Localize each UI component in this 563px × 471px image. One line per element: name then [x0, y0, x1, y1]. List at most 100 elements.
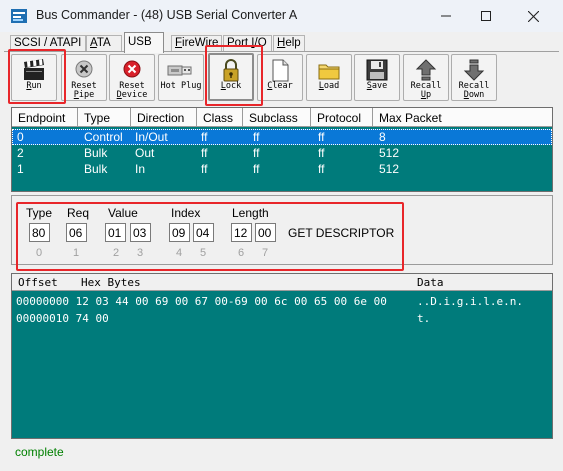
run-label: Run: [26, 81, 42, 91]
table-row[interactable]: 1 Bulk In ff ff ff 512: [12, 161, 552, 177]
load-button[interactable]: Load: [306, 54, 352, 101]
data-view[interactable]: Offset Hex Bytes Data 00000000 12 03 44 …: [11, 273, 553, 439]
floppy-disk-icon: [366, 59, 388, 81]
offset-header: Offset: [18, 276, 58, 289]
recall-up-label: Recall Up: [410, 81, 442, 100]
table-cell: 512: [379, 146, 400, 160]
maximize-button[interactable]: [463, 0, 509, 32]
table-cell: 512: [379, 162, 400, 176]
setup-byte-field[interactable]: 80: [29, 223, 50, 242]
tab-usb[interactable]: USB: [124, 32, 164, 53]
table-cell: ff: [318, 130, 325, 144]
table-cell: 8: [379, 130, 386, 144]
window-title: Bus Commander - (48) USB Serial Converte…: [36, 8, 298, 22]
byte-index: 7: [262, 247, 269, 259]
tab-label-accel: F: [175, 37, 183, 49]
table-cell: Bulk: [84, 162, 108, 176]
ascii-line: ..D.i.g.i.l.e.n.: [417, 295, 523, 308]
status-text: complete: [15, 445, 64, 459]
table-cell: Out: [135, 146, 155, 160]
tab-port-io[interactable]: Port I/O: [223, 35, 272, 52]
table-cell: ff: [201, 146, 208, 160]
setup-byte-field[interactable]: 01: [105, 223, 126, 242]
hot-plug-label: Hot Plug: [160, 81, 202, 91]
column-header[interactable]: Subclass: [243, 108, 311, 127]
table-row[interactable]: 2 Bulk Out ff ff ff 512: [12, 145, 552, 161]
clear-label: Clear: [267, 81, 293, 91]
save-button[interactable]: Save: [354, 54, 400, 101]
data-header: Offset Hex Bytes Data: [12, 274, 552, 291]
recall-down-button[interactable]: Recall Down: [451, 54, 497, 101]
setup-byte-field[interactable]: 03: [130, 223, 151, 242]
tab-scsi-atapi[interactable]: SCSI / ATAPI: [10, 35, 86, 52]
arrow-down-icon: [463, 59, 485, 81]
setup-byte-field[interactable]: 04: [193, 223, 214, 242]
blank-page-icon: [272, 59, 289, 82]
title-bar: Bus Commander - (48) USB Serial Converte…: [0, 0, 563, 32]
reset-device-icon: [123, 60, 141, 78]
table-cell: Bulk: [84, 146, 108, 160]
hex-line: 00000000 12 03 44 00 69 00 67 00-69 00 6…: [16, 295, 387, 308]
value-label: Value: [108, 206, 138, 220]
tab-ata[interactable]: ATA: [86, 35, 122, 52]
setup-byte-field[interactable]: 09: [169, 223, 190, 242]
column-header[interactable]: Type: [78, 108, 131, 127]
tab-label: elp: [285, 37, 301, 49]
tab-label: TA: [96, 37, 111, 49]
table-row[interactable]: 0 Control In/Out ff ff ff 8: [12, 129, 552, 145]
request-name: GET DESCRIPTOR: [288, 226, 395, 240]
byte-index: 5: [200, 247, 207, 259]
toolbar: Run Reset Pipe Reset Device Hot Plug Loc…: [4, 51, 559, 104]
table-cell: Control: [84, 130, 123, 144]
column-header[interactable]: Max Packet: [373, 108, 552, 127]
type-label: Type: [26, 206, 53, 220]
byte-index: 2: [113, 247, 120, 259]
load-label: Load: [318, 81, 340, 91]
column-header[interactable]: Class: [197, 108, 243, 127]
tab-help[interactable]: Help: [273, 35, 305, 52]
table-cell: In: [135, 162, 146, 176]
table-cell: ff: [318, 146, 325, 160]
table-cell: ff: [201, 162, 208, 176]
lock-button[interactable]: Lock: [208, 53, 254, 101]
data-column-header: Data: [417, 276, 444, 289]
usb-plug-icon: [167, 65, 192, 76]
length-label: Length: [232, 206, 269, 220]
column-header[interactable]: Endpoint: [12, 108, 78, 127]
table-cell: 1: [17, 162, 24, 176]
maximize-icon: [481, 11, 491, 21]
reset-pipe-icon: [75, 60, 93, 78]
endpoint-table-header: Endpoint Type Direction Class Subclass P…: [12, 108, 552, 127]
hot-plug-button[interactable]: Hot Plug: [158, 54, 204, 101]
table-cell: 0: [17, 130, 24, 144]
byte-index: 4: [176, 247, 183, 259]
reset-pipe-label: Reset Pipe: [71, 81, 97, 100]
close-button[interactable]: [510, 0, 556, 32]
run-button[interactable]: Run: [11, 54, 57, 101]
byte-index: 6: [238, 247, 245, 259]
column-header[interactable]: Protocol: [311, 108, 373, 127]
hex-line: 00000010 74 00: [16, 312, 109, 325]
recall-up-button[interactable]: Recall Up: [403, 54, 449, 101]
table-cell: In/Out: [135, 130, 168, 144]
setup-byte-field[interactable]: 00: [255, 223, 276, 242]
column-header[interactable]: Direction: [131, 108, 197, 127]
clapperboard-icon: [24, 59, 44, 80]
clear-button[interactable]: Clear: [257, 54, 303, 101]
app-icon: [11, 9, 27, 23]
tab-strip: SCSI / ATAPI ATA USB FireWire Port I/O H…: [0, 32, 563, 53]
arrow-up-icon: [415, 59, 437, 81]
reset-pipe-button[interactable]: Reset Pipe: [61, 54, 107, 101]
tab-firewire[interactable]: FireWire: [171, 35, 222, 52]
tab-label: USB: [128, 36, 152, 48]
byte-index: 1: [73, 247, 80, 259]
minimize-icon: [441, 15, 451, 17]
setup-byte-field[interactable]: 06: [66, 223, 87, 242]
table-cell: ff: [318, 162, 325, 176]
reset-device-button[interactable]: Reset Device: [109, 54, 155, 101]
ascii-line: t.: [417, 312, 431, 325]
setup-byte-field[interactable]: 12: [231, 223, 252, 242]
table-cell: ff: [253, 162, 260, 176]
tab-label: Port: [227, 37, 252, 49]
setup-packet-panel: Type Req Value Index Length 80 06 01 03 …: [11, 195, 553, 265]
